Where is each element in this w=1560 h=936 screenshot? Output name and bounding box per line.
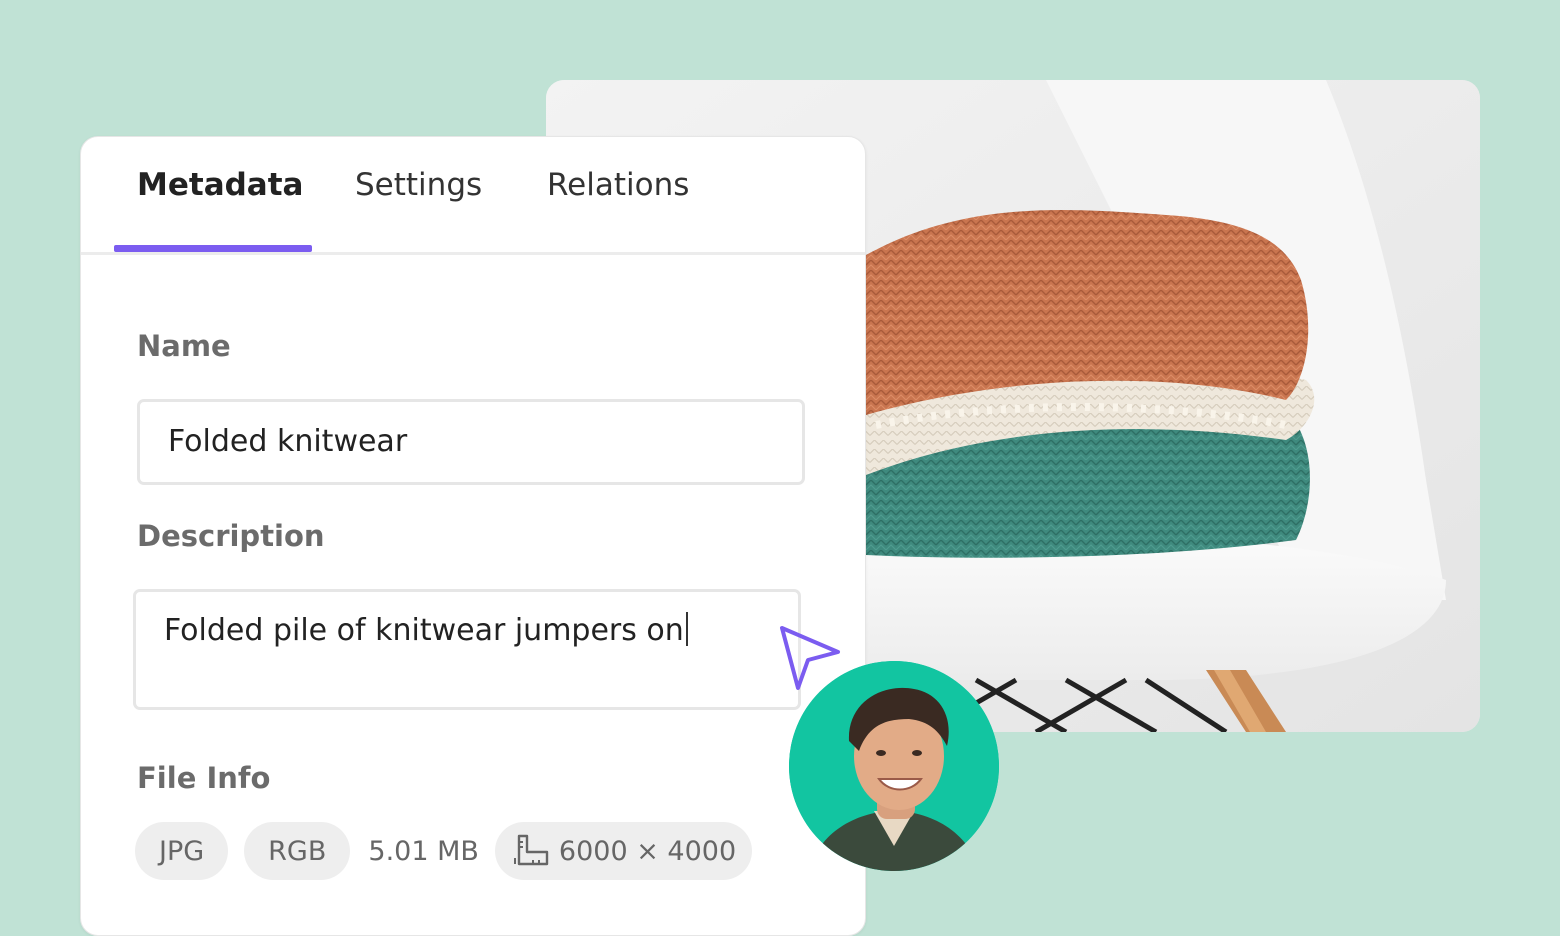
description-label: Description: [137, 519, 325, 553]
tab-metadata[interactable]: Metadata: [137, 167, 303, 203]
dimensions-badge: 6000 × 4000: [494, 822, 753, 880]
description-textarea[interactable]: Folded pile of knitwear jumpers on: [133, 589, 801, 710]
user-photo: [789, 661, 999, 871]
file-info-chips: JPG RGB 5.01 MB 6000 × 4000: [135, 822, 768, 880]
tab-relations[interactable]: Relations: [547, 167, 689, 203]
ruler-icon: [513, 834, 549, 868]
tab-settings[interactable]: Settings: [355, 167, 482, 203]
description-text: Folded pile of knitwear jumpers on: [164, 613, 684, 648]
dimensions-text: 6000 × 4000: [558, 835, 737, 867]
text-caret: [685, 612, 688, 646]
name-label: Name: [137, 329, 231, 363]
metadata-panel: Metadata Settings Relations Name Folded …: [80, 136, 866, 936]
file-info-label: File Info: [137, 761, 271, 795]
avatar: [789, 661, 999, 871]
format-badge: JPG: [135, 822, 229, 880]
active-tab-indicator: [114, 245, 312, 252]
file-size: 5.01 MB: [368, 835, 479, 867]
color-mode-badge: RGB: [244, 822, 351, 880]
tab-bar: Metadata Settings Relations: [81, 137, 865, 255]
name-input[interactable]: Folded knitwear: [137, 399, 805, 485]
